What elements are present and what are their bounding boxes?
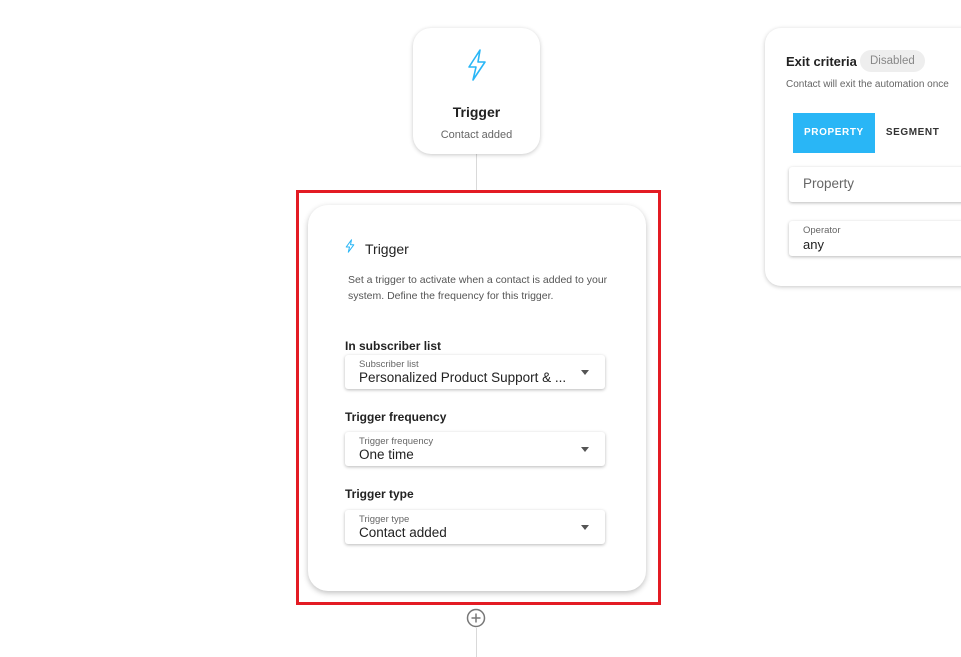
trigger-type-section-label: Trigger type xyxy=(345,487,414,501)
trigger-frequency-field-label: Trigger frequency xyxy=(359,436,434,447)
caret-down-icon xyxy=(581,447,589,452)
subscriber-list-select[interactable]: Subscriber list Personalized Product Sup… xyxy=(345,355,605,389)
trigger-frequency-select[interactable]: Trigger frequency One time xyxy=(345,432,605,466)
exit-criteria-title: Exit criteria xyxy=(786,54,857,69)
lightning-bolt-icon xyxy=(345,239,355,258)
trigger-settings-panel: Trigger Set a trigger to activate when a… xyxy=(308,205,646,591)
panel-description: Set a trigger to activate when a contact… xyxy=(348,274,608,302)
caret-down-icon xyxy=(581,370,589,375)
flow-connector-top xyxy=(476,154,477,190)
operator-value: any xyxy=(803,237,824,252)
exit-criteria-card: Exit criteria Disabled Contact will exit… xyxy=(765,28,961,286)
add-step-button[interactable] xyxy=(466,608,486,628)
operator-field[interactable]: Operator any xyxy=(789,221,961,256)
trigger-node-title: Trigger xyxy=(452,104,501,120)
tab-truncated[interactable]: E xyxy=(950,113,961,153)
plus-circle-icon xyxy=(466,608,486,628)
exit-criteria-tabs: PROPERTY SEGMENT E xyxy=(793,113,961,153)
subscriber-list-value: Personalized Product Support & ... xyxy=(359,370,567,385)
subscriber-list-section-label: In subscriber list xyxy=(345,339,442,353)
lightning-bolt-icon xyxy=(466,48,488,87)
operator-label: Operator xyxy=(803,225,841,236)
status-badge: Disabled xyxy=(860,50,925,72)
trigger-type-select[interactable]: Trigger type Contact added xyxy=(345,510,605,544)
flow-connector-bottom xyxy=(476,628,477,657)
trigger-node[interactable]: Trigger Contact added xyxy=(413,28,540,154)
trigger-frequency-value: One time xyxy=(359,447,414,462)
tab-property[interactable]: PROPERTY xyxy=(793,113,875,153)
trigger-type-field-label: Trigger type xyxy=(359,514,410,525)
trigger-node-subtitle: Contact added xyxy=(440,129,513,141)
property-placeholder: Property xyxy=(803,176,855,191)
panel-title: Trigger xyxy=(365,240,409,257)
exit-criteria-description: Contact will exit the automation once xyxy=(786,79,949,90)
trigger-type-value: Contact added xyxy=(359,525,447,540)
caret-down-icon xyxy=(581,525,589,530)
subscriber-list-field-label: Subscriber list xyxy=(359,359,419,370)
panel-header: Trigger xyxy=(345,239,409,258)
trigger-frequency-section-label: Trigger frequency xyxy=(345,410,447,424)
tab-segment[interactable]: SEGMENT xyxy=(875,113,951,153)
property-field[interactable]: Property xyxy=(789,167,961,202)
